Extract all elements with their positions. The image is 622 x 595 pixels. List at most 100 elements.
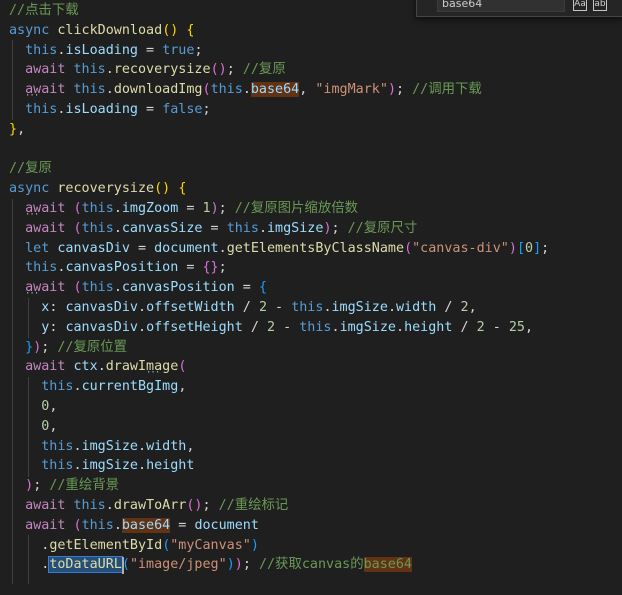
code-token: { [186, 22, 195, 38]
code-token: this [25, 102, 58, 117]
code-line: async clickDownload() { [9, 21, 194, 41]
code-token: 2 [258, 300, 267, 315]
code-token: . [105, 82, 114, 98]
code-token: height [404, 319, 453, 335]
code-token: . [331, 319, 340, 335]
code-token: getElementById [49, 537, 163, 553]
code-token: base64 [363, 557, 412, 573]
code-token: this [41, 438, 74, 454]
find-input[interactable]: base64 [437, 0, 565, 12]
code-token: ( [73, 201, 82, 216]
code-token: isLoading [65, 42, 138, 58]
code-token: () [210, 62, 227, 78]
code-line: let canvasDiv = document.getElementsByCl… [9, 239, 549, 259]
code-token: { [258, 280, 267, 296]
code-line: async recoverysize() { [9, 179, 186, 199]
code-line: 0, [9, 417, 57, 437]
code-token: await [25, 517, 74, 533]
code-token: canvasDiv [57, 240, 130, 256]
code-token: . [323, 300, 332, 315]
code-token: . [396, 319, 405, 335]
code-token: document [154, 240, 219, 256]
code-token: 2 [267, 319, 276, 335]
match-whole-word-icon[interactable]: ab [593, 0, 607, 11]
code-token: , [178, 379, 187, 395]
code-token: ( [202, 82, 211, 98]
code-token: . [113, 280, 122, 296]
code-token: = [138, 102, 163, 117]
code-token: isLoading [65, 102, 138, 117]
hint-dots: ··· [25, 210, 39, 220]
code-token: imgSize [81, 438, 138, 454]
code-token: = [178, 260, 203, 276]
code-token: : [49, 300, 66, 315]
code-token: ; [218, 260, 227, 276]
code-line: x: canvasDiv.offsetWidth / 2 - this.imgS… [9, 298, 476, 318]
code-token: recoverysize [113, 62, 211, 78]
code-token: canvasDiv [65, 319, 138, 335]
code-line: this.imgSize.height [9, 456, 194, 476]
code-token: ; [242, 557, 259, 573]
code-token: this [25, 260, 58, 276]
code-token: , [49, 399, 58, 414]
code-token: ( [178, 359, 187, 375]
code-line [9, 575, 25, 595]
code-token: this [81, 201, 114, 216]
code-token: //重绘背景 [49, 478, 119, 494]
code-line: 0, [9, 397, 57, 417]
code-token: drawToArr [113, 498, 187, 513]
code-token: , [186, 438, 195, 454]
code-token: false [162, 102, 203, 117]
code-token: ; [218, 201, 235, 216]
code-token: 2 [476, 319, 485, 335]
code-token: //复原位置 [57, 339, 128, 355]
code-token: recoverysize [57, 181, 155, 197]
code-token: ( [404, 240, 413, 256]
code-editor[interactable]: //点击下载 async clickDownload() { this.isLoa… [0, 0, 622, 584]
code-line: await this.recoverysize(); //复原 [9, 60, 286, 80]
code-token: currentBgImg [81, 379, 179, 395]
code-token: imgZoom [121, 201, 179, 216]
code-token: () [186, 498, 203, 513]
code-token: . [73, 458, 82, 474]
code-token: async [9, 22, 58, 38]
match-case-icon[interactable]: Aa [573, 0, 587, 11]
code-token: this [81, 517, 114, 533]
code-line: await (this.canvasPosition = { [9, 278, 267, 298]
code-token: ) [387, 82, 396, 98]
code-token: imgSize [267, 220, 324, 236]
code-token: async [9, 181, 58, 197]
code-line: //复原 [9, 159, 52, 179]
code-line: y: canvasDiv.offsetHeight / 2 - this.img… [9, 318, 533, 338]
code-token: 2 [460, 300, 469, 315]
code-token: = [178, 201, 203, 216]
code-token: this [81, 220, 114, 236]
code-token: await [25, 220, 74, 236]
code-token: this [41, 458, 74, 474]
code-token: //调用下载 [412, 82, 482, 98]
code-token: / [436, 300, 461, 315]
code-line: await (this.imgZoom = 1); //复原图片缩放倍数 [9, 199, 358, 219]
code-line: await this.downloadImg(this.base64, "img… [9, 80, 482, 100]
code-token: //复原 [9, 161, 52, 177]
code-token: , [17, 121, 26, 137]
code-token: . [97, 359, 106, 375]
code-token: ; [396, 82, 413, 98]
code-token: / [242, 319, 267, 335]
code-token: . [138, 319, 147, 335]
code-token: //复原 [242, 62, 286, 78]
code-token: ) [250, 537, 259, 553]
code-token: ; [202, 498, 219, 513]
hint-dots: ··· [146, 368, 160, 378]
code-token: ; [41, 339, 58, 355]
code-token: height [146, 458, 195, 474]
code-token: () [154, 181, 171, 197]
code-token: ) [25, 478, 34, 494]
code-token: this [41, 379, 74, 395]
code-line: this.isLoading = false; [9, 100, 210, 120]
